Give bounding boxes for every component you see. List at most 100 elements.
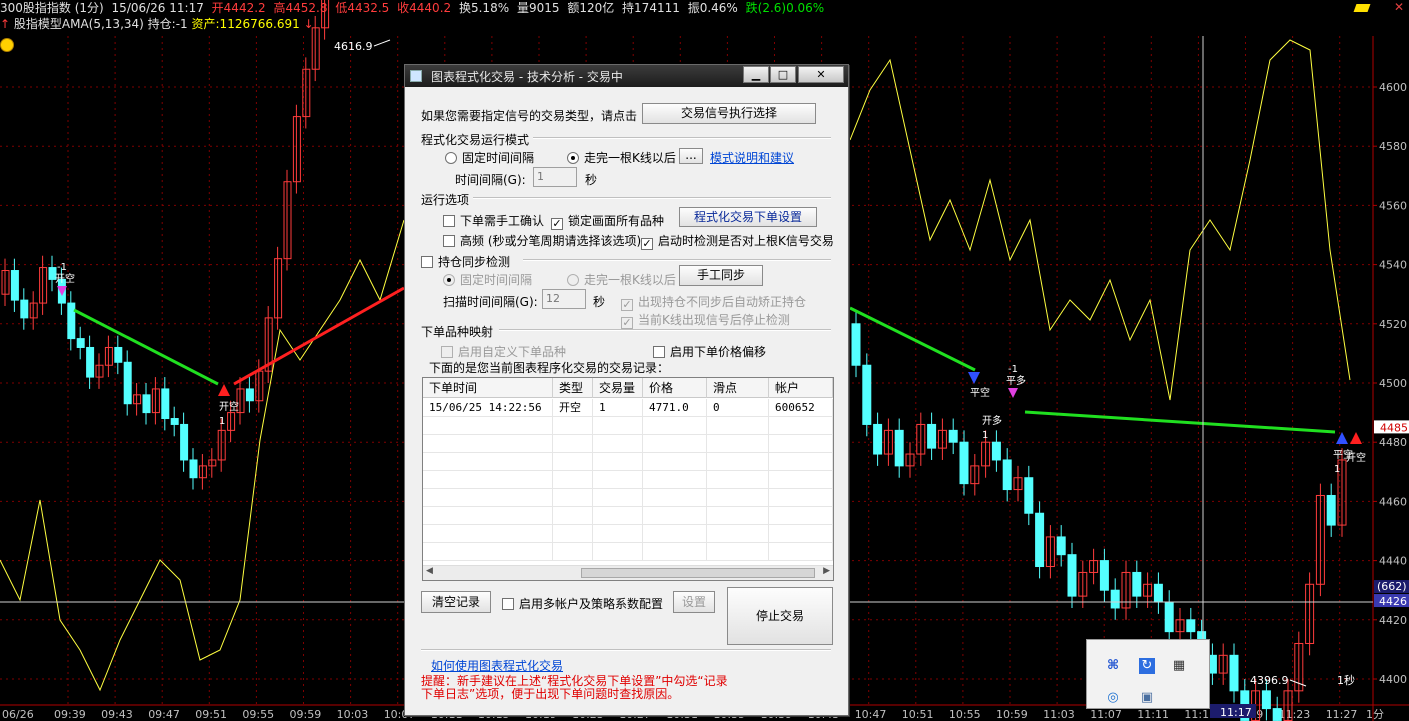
mode-help-link[interactable]: 模式说明和建议: [710, 149, 794, 166]
candle-body[interactable]: [123, 361, 132, 405]
settings-button[interactable]: 设置: [673, 591, 715, 613]
candle-body[interactable]: [873, 423, 883, 455]
candle-body[interactable]: [1110, 589, 1120, 609]
candle-body[interactable]: [1132, 571, 1142, 597]
column-header[interactable]: 滑点: [707, 378, 769, 398]
sync-checkbox[interactable]: 持仓同步检测: [421, 253, 510, 270]
candle-body[interactable]: [862, 364, 872, 425]
dialog-titlebar[interactable]: 图表程式化交易 - 技术分析 - 交易中 ▁ □ ✕: [405, 65, 848, 87]
network-icon[interactable]: ▦: [1171, 658, 1187, 674]
candle-body[interactable]: [170, 418, 179, 425]
candle-body[interactable]: [1035, 512, 1045, 568]
interval-input[interactable]: 1: [533, 167, 577, 187]
high-freq-checkbox[interactable]: 高频 (秒或分笔周期请选择该选项): [443, 232, 641, 249]
table-row[interactable]: [423, 453, 833, 471]
scroll-right-icon[interactable]: ▶: [823, 566, 830, 576]
candle-body[interactable]: [991, 441, 1001, 461]
multi-account-checkbox[interactable]: 启用多帐户及策略系数配置: [502, 595, 663, 612]
scroll-left-icon[interactable]: ◀: [426, 566, 433, 576]
scroll-thumb[interactable]: [581, 568, 815, 578]
table-row[interactable]: 15/06/25 14:22:56 开空 1 4771.0 0 600652: [423, 399, 833, 417]
candle-body[interactable]: [851, 323, 861, 366]
candle-body[interactable]: [1067, 554, 1077, 597]
candle-body[interactable]: [189, 459, 198, 479]
candle-body[interactable]: [180, 423, 189, 461]
crosshair-count-label: (662): [1377, 580, 1407, 593]
table-row[interactable]: [423, 507, 833, 525]
candle-body[interactable]: [1326, 494, 1336, 526]
price-tick-label: 4500: [1379, 377, 1407, 390]
candle-body[interactable]: [1153, 583, 1163, 603]
ime-icon[interactable]: ⌘: [1105, 658, 1121, 674]
sync-fixed-radio[interactable]: 固定时间间隔: [443, 271, 532, 288]
scan-interval-input[interactable]: 12: [542, 289, 586, 309]
stop-trading-button[interactable]: 停止交易: [727, 587, 833, 645]
manual-confirm-checkbox[interactable]: 下单需手工确认: [443, 212, 544, 229]
table-row[interactable]: [423, 543, 833, 561]
minimize-button[interactable]: ▁: [743, 66, 769, 83]
candle-body[interactable]: [20, 299, 29, 319]
ellipsis-button[interactable]: ...: [679, 148, 703, 164]
close-chart-icon[interactable]: ✕: [1394, 0, 1404, 14]
sync-stop-check-checkbox[interactable]: ✓ 当前K线出现信号后停止检测: [621, 311, 790, 329]
candle-body[interactable]: [114, 346, 123, 363]
candle-body[interactable]: [1186, 619, 1196, 633]
candle-body[interactable]: [1229, 654, 1239, 692]
position-label: 持仓:-1: [147, 17, 188, 31]
column-header[interactable]: 交易量: [593, 378, 643, 398]
candle-body[interactable]: [1272, 708, 1282, 721]
table-cell: [707, 507, 769, 525]
sync-auto-correct-checkbox[interactable]: ✓ 出现持仓不同步后自动矫正持仓: [621, 293, 806, 311]
candle-body[interactable]: [1024, 477, 1034, 514]
signal-type-button[interactable]: 交易信号执行选择: [642, 103, 816, 124]
candle-body[interactable]: [142, 394, 151, 414]
order-settings-button[interactable]: 程式化交易下单设置: [679, 207, 817, 227]
mapping-custom-checkbox[interactable]: 启用自定义下单品种: [441, 343, 566, 360]
candle-body[interactable]: [67, 302, 76, 340]
candle-body[interactable]: [10, 270, 19, 301]
candle-body[interactable]: [959, 441, 969, 485]
table-row[interactable]: [423, 489, 833, 507]
table-cell: [707, 543, 769, 561]
sync-after-bar-radio[interactable]: 走完一根K线以后: [567, 271, 676, 288]
help-link[interactable]: 如何使用图表程式化交易: [431, 657, 563, 674]
table-row[interactable]: [423, 525, 833, 543]
horizontal-scrollbar[interactable]: ◀ ▶: [423, 565, 833, 580]
candle-body[interactable]: [1002, 459, 1012, 491]
candle-body[interactable]: [245, 388, 254, 402]
table-cell: [707, 453, 769, 471]
yellow-marker-icon[interactable]: [1353, 4, 1371, 12]
mode-fixed-radio[interactable]: 固定时间间隔: [445, 149, 534, 166]
check-last-signal-checkbox[interactable]: ✓ 启动时检测是否对上根K信号交易: [641, 232, 834, 250]
mode-after-bar-radio[interactable]: 走完一根K线以后: [567, 149, 676, 166]
browser-icon[interactable]: ◎: [1105, 690, 1121, 706]
close-button[interactable]: ✕: [798, 66, 844, 83]
sync-app-icon[interactable]: ↻: [1139, 658, 1155, 674]
manual-sync-button[interactable]: 手工同步: [679, 265, 763, 286]
candle-body[interactable]: [1056, 536, 1066, 556]
candle-body[interactable]: [927, 423, 937, 449]
column-header[interactable]: 类型: [553, 378, 593, 398]
candle-body[interactable]: [76, 338, 85, 348]
column-header[interactable]: 下单时间: [423, 378, 553, 398]
lock-all-checkbox[interactable]: ✓ 锁定画面所有品种: [551, 212, 664, 230]
candle-body[interactable]: [948, 429, 958, 443]
table-row[interactable]: [423, 471, 833, 489]
smiley-icon[interactable]: [0, 38, 14, 52]
candle-body[interactable]: [161, 388, 170, 420]
candle-body[interactable]: [1164, 601, 1174, 633]
maximize-button[interactable]: □: [770, 66, 796, 83]
column-header[interactable]: 帐户: [769, 378, 833, 398]
trade-records-table[interactable]: 下单时间 类型 交易量 价格 滑点 帐户 15/06/25 14:22:56 开空 1 4771…: [422, 377, 834, 581]
display-icon[interactable]: ▣: [1139, 690, 1155, 706]
table-row[interactable]: [423, 417, 833, 435]
candle-body[interactable]: [1099, 560, 1109, 591]
table-row[interactable]: [423, 435, 833, 453]
candle-body[interactable]: [1261, 690, 1271, 710]
clear-records-button[interactable]: 清空记录: [421, 591, 491, 613]
candle-body[interactable]: [86, 346, 95, 378]
column-header[interactable]: 价格: [643, 378, 707, 398]
candle-body[interactable]: [894, 429, 904, 467]
price-offset-checkbox[interactable]: 启用下单价格偏移: [653, 343, 766, 360]
tip-text: 提醒：新手建议在上述“程式化交易下单设置”中勾选“记录 下单日志”选项，便于出现…: [421, 674, 728, 701]
